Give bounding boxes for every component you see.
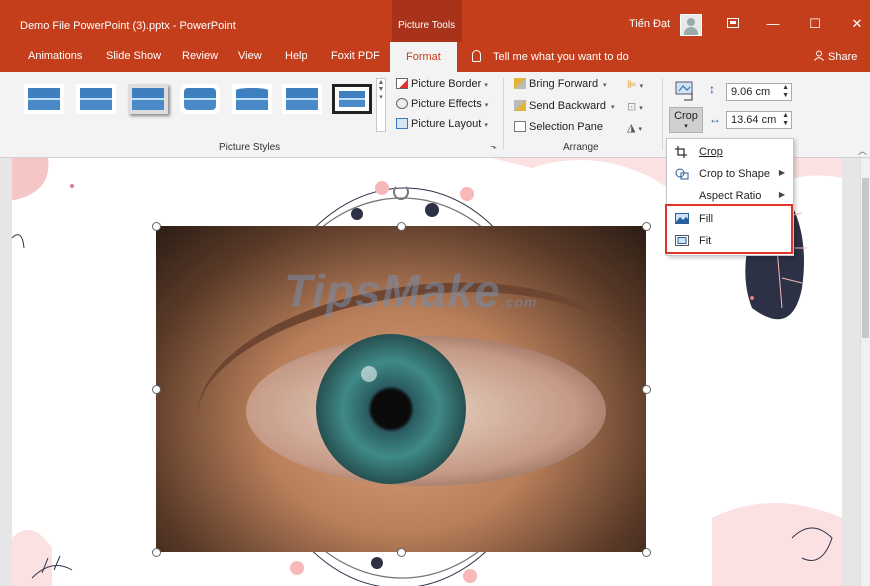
resize-handle[interactable]: [642, 222, 651, 231]
height-stepper[interactable]: ▲ ▼: [782, 84, 789, 100]
lightbulb-icon: [472, 50, 481, 62]
person-icon: [814, 50, 824, 61]
tab-help[interactable]: Help: [285, 50, 308, 62]
rotate-handle-icon[interactable]: [393, 184, 409, 200]
height-value: 9.06 cm: [731, 86, 771, 98]
picture-tools-context: Picture Tools: [392, 0, 462, 42]
gallery-scroll[interactable]: ▲ ▼ ▾: [376, 78, 386, 132]
scrollbar-thumb[interactable]: [862, 178, 869, 338]
share-label: Share: [828, 51, 858, 63]
picture-layout-label: Picture Layout: [411, 118, 482, 130]
picture-border-icon: [396, 78, 408, 89]
picture-styles-group-label: Picture Styles: [219, 142, 281, 153]
tab-slide-show[interactable]: Slide Show: [106, 50, 161, 62]
picture-effects-button[interactable]: Picture Effects ▾: [396, 98, 488, 110]
resize-handle[interactable]: [397, 222, 406, 231]
menu-item-crop[interactable]: Crop: [667, 141, 793, 163]
picture-styles-gallery: [16, 78, 376, 132]
tab-animations[interactable]: Animations: [28, 50, 82, 62]
tell-me-box[interactable]: Tell me what you want to do: [472, 50, 629, 63]
crop-to-shape-icon: [675, 168, 689, 180]
resize-handle[interactable]: [642, 385, 651, 394]
crop-button[interactable]: Crop ▾: [669, 107, 703, 133]
height-icon: ↕: [709, 82, 715, 96]
picture-effects-label: Picture Effects: [411, 98, 482, 110]
group-divider: [662, 78, 663, 150]
tab-review[interactable]: Review: [182, 50, 218, 62]
picture-style-thumb[interactable]: [232, 84, 272, 114]
picture-tools-label: Picture Tools: [398, 20, 456, 31]
bring-forward-label: Bring Forward: [529, 78, 599, 90]
resize-handle[interactable]: [152, 548, 161, 557]
crop-image-icon: [674, 78, 700, 104]
picture-style-thumb[interactable]: [180, 84, 220, 114]
picture-style-thumb[interactable]: [282, 84, 322, 114]
resize-handle[interactable]: [397, 548, 406, 557]
resize-handle[interactable]: [642, 548, 651, 557]
user-name[interactable]: Tiến Đạt: [629, 18, 670, 30]
resize-handle[interactable]: [152, 385, 161, 394]
picture-style-thumb[interactable]: [128, 84, 168, 114]
send-backward-icon: [514, 100, 526, 111]
selection-pane-icon: [514, 121, 526, 132]
vertical-scrollbar[interactable]: [860, 158, 870, 586]
document-title: Demo File PowerPoint (3).pptx - PowerPoi…: [20, 20, 236, 32]
width-icon: ↔: [709, 112, 721, 126]
send-backward-label: Send Backward: [529, 100, 607, 112]
selection-pane-button[interactable]: Selection Pane: [514, 121, 603, 133]
tab-format[interactable]: Format: [390, 42, 457, 72]
eye-iris: [316, 334, 466, 484]
width-field[interactable]: 13.64 cm ▲ ▼: [726, 111, 792, 129]
tab-view[interactable]: View: [238, 50, 262, 62]
align-icon[interactable]: ⊫ ▾: [627, 78, 643, 91]
bring-forward-icon: [514, 78, 526, 89]
tab-foxit-pdf[interactable]: Foxit PDF: [331, 50, 380, 62]
minimize-button[interactable]: —: [758, 12, 788, 36]
picture-style-thumb[interactable]: [24, 84, 64, 114]
share-button[interactable]: Share: [814, 50, 857, 63]
ribbon-display-icon[interactable]: [718, 12, 748, 36]
send-backward-button[interactable]: Send Backward ▾: [514, 100, 615, 112]
crop-button-label: Crop: [674, 110, 698, 122]
picture-layout-icon: [396, 118, 408, 129]
selection-pane-label: Selection Pane: [529, 121, 603, 133]
picture-border-label: Picture Border: [411, 78, 482, 90]
group-divider: [503, 78, 504, 150]
picture-effects-icon: [396, 98, 408, 109]
bring-forward-button[interactable]: Bring Forward ▾: [514, 78, 607, 90]
close-button[interactable]: ✕: [842, 12, 870, 36]
selected-picture[interactable]: TipsMake.com: [156, 226, 646, 552]
picture-style-thumb[interactable]: [332, 84, 372, 114]
arrange-group-label: Arrange: [563, 142, 599, 153]
picture-style-thumb[interactable]: [76, 84, 116, 114]
height-field[interactable]: 9.06 cm ▲ ▼: [726, 83, 792, 101]
collapse-ribbon-icon[interactable]: ︿: [858, 144, 867, 157]
menu-item-crop-to-shape[interactable]: Crop to Shape ▶: [667, 163, 793, 185]
width-stepper[interactable]: ▲ ▼: [782, 112, 789, 128]
tell-me-text: Tell me what you want to do: [493, 51, 629, 63]
chevron-down-icon: ▾: [684, 123, 688, 130]
title-bar: Demo File PowerPoint (3).pptx - PowerPoi…: [0, 0, 870, 42]
maximize-button[interactable]: ☐: [800, 12, 830, 36]
rotate-objects-icon[interactable]: ◮ ▾: [627, 121, 642, 134]
width-value: 13.64 cm: [731, 114, 777, 126]
submenu-arrow-icon: ▶: [778, 190, 785, 199]
watermark: TipsMake.com: [284, 265, 538, 317]
resize-handle[interactable]: [152, 222, 161, 231]
picture-border-button[interactable]: Picture Border ▾: [396, 78, 488, 90]
crop-icon: [675, 146, 689, 158]
dialog-launcher-icon[interactable]: ⬎: [490, 142, 497, 151]
avatar[interactable]: [680, 14, 702, 36]
submenu-arrow-icon: ▶: [778, 168, 785, 177]
picture-layout-button[interactable]: Picture Layout ▾: [396, 118, 488, 130]
ribbon-tabs: Animations Slide Show Review View Help F…: [0, 42, 870, 72]
fill-fit-highlight: [665, 204, 793, 254]
group-objects-icon[interactable]: ⊡ ▾: [627, 100, 643, 113]
